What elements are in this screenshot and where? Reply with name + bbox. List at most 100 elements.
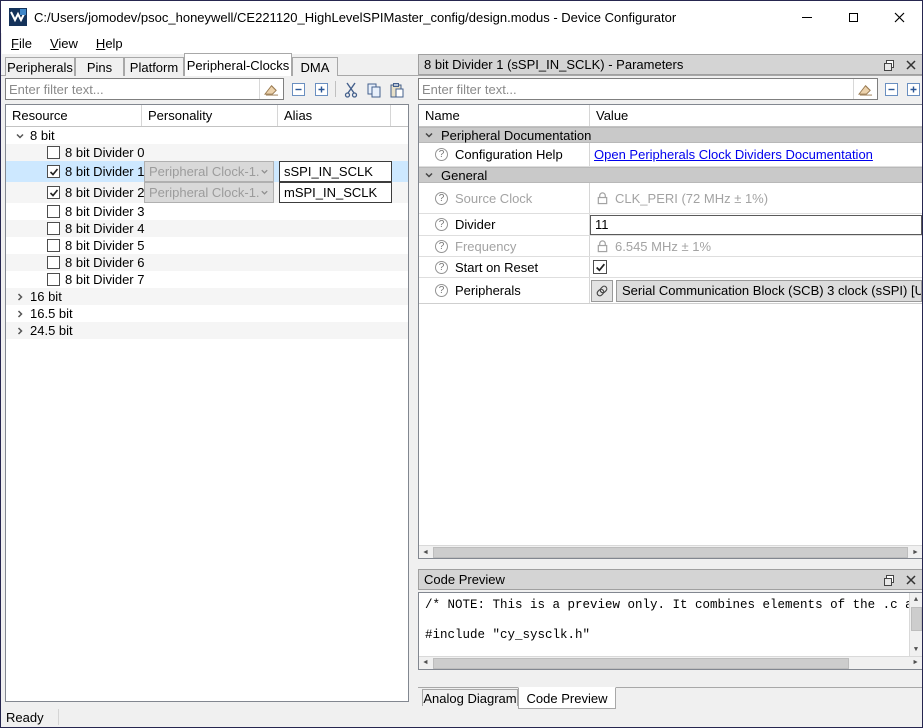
close-panel-button[interactable] xyxy=(900,56,922,74)
paste-button[interactable] xyxy=(387,80,406,99)
help-icon[interactable] xyxy=(435,148,448,161)
documentation-link[interactable]: Open Peripherals Clock Dividers Document… xyxy=(594,147,873,162)
scrollbar-thumb[interactable] xyxy=(911,607,922,631)
check-icon xyxy=(49,188,59,198)
start-on-reset-checkbox[interactable] xyxy=(593,260,607,274)
params-filter-input[interactable] xyxy=(419,80,853,98)
expand-all-button[interactable] xyxy=(312,80,331,99)
checkbox-unchecked[interactable] xyxy=(47,239,60,252)
help-icon[interactable] xyxy=(435,284,448,297)
tree-row-divider3[interactable]: 8 bit Divider 3 xyxy=(6,203,408,220)
param-row-divider: Divider xyxy=(419,214,922,236)
checkbox-unchecked[interactable] xyxy=(47,256,60,269)
menu-help[interactable]: Help xyxy=(87,34,132,53)
checkbox-checked[interactable] xyxy=(47,165,60,178)
chevron-right-icon[interactable] xyxy=(15,309,25,319)
params-horizontal-scrollbar[interactable]: ◄ ► xyxy=(419,545,922,558)
tree-header-row: Resource Personality Alias xyxy=(6,105,408,127)
close-icon xyxy=(906,60,916,70)
column-alias[interactable]: Alias xyxy=(278,105,391,126)
tab-platform[interactable]: Platform xyxy=(124,57,184,76)
peripherals-link-button[interactable] xyxy=(591,280,613,302)
tree-row-divider5[interactable]: 8 bit Divider 5 xyxy=(6,237,408,254)
personality-select[interactable]: Peripheral Clock-1.0 xyxy=(144,161,274,182)
tree-row-24-5bit[interactable]: 24.5 bit xyxy=(6,322,408,339)
chevron-right-icon[interactable] xyxy=(15,292,25,302)
code-horizontal-scrollbar[interactable]: ◄ ► xyxy=(419,656,922,669)
tab-code-preview[interactable]: Code Preview xyxy=(518,687,616,709)
tab-pins[interactable]: Pins xyxy=(75,57,124,76)
scroll-right-icon[interactable]: ► xyxy=(909,657,922,670)
tree-row-divider0[interactable]: 8 bit Divider 0 xyxy=(6,144,408,161)
scroll-right-icon[interactable]: ► xyxy=(909,546,922,559)
menu-view[interactable]: View xyxy=(41,34,87,53)
close-panel-button[interactable] xyxy=(900,571,922,589)
checkbox-unchecked[interactable] xyxy=(47,205,60,218)
resource-filter-input[interactable] xyxy=(6,80,259,98)
tree-row-divider1-selected[interactable]: 8 bit Divider 1 Peripheral Clock-1.0 xyxy=(6,161,408,182)
scrollbar-thumb[interactable] xyxy=(433,658,849,669)
float-panel-button[interactable] xyxy=(878,56,900,74)
expand-all-button[interactable] xyxy=(904,80,923,99)
help-icon[interactable] xyxy=(435,218,448,231)
scroll-up-icon[interactable]: ▲ xyxy=(910,593,923,606)
chevron-down-icon[interactable] xyxy=(424,170,434,180)
code-preview-pane[interactable]: /* NOTE: This is a preview only. It comb… xyxy=(418,592,923,670)
column-value[interactable]: Value xyxy=(590,105,922,126)
chevron-down-icon[interactable] xyxy=(15,131,25,141)
tab-peripheral-clocks[interactable]: Peripheral-Clocks xyxy=(184,53,292,76)
help-icon[interactable] xyxy=(435,240,448,253)
code-vertical-scrollbar[interactable]: ▲ ▼ xyxy=(909,593,922,656)
alias-input[interactable] xyxy=(279,161,392,182)
eraser-icon xyxy=(858,82,873,96)
collapse-all-button[interactable] xyxy=(289,80,308,99)
divider-input[interactable] xyxy=(590,215,922,235)
scroll-left-icon[interactable]: ◄ xyxy=(419,546,432,559)
section-peripheral-documentation[interactable]: Peripheral Documentation xyxy=(419,127,922,143)
scroll-down-icon[interactable]: ▼ xyxy=(910,643,923,656)
copy-button[interactable] xyxy=(364,80,383,99)
float-icon xyxy=(883,59,895,71)
checkbox-checked[interactable] xyxy=(47,186,60,199)
cut-button[interactable] xyxy=(341,80,360,99)
code-line: #include "cy_sysclk.h" xyxy=(419,628,909,643)
collapse-all-icon xyxy=(291,82,306,97)
code-preview-header: Code Preview xyxy=(418,569,923,590)
help-icon[interactable] xyxy=(435,261,448,274)
clear-filter-button[interactable] xyxy=(259,79,283,99)
personality-select[interactable]: Peripheral Clock-1.0 xyxy=(144,182,274,203)
chevron-right-icon[interactable] xyxy=(15,326,25,336)
section-general[interactable]: General xyxy=(419,167,922,183)
column-resource[interactable]: Resource xyxy=(6,105,142,126)
eraser-icon xyxy=(264,82,279,96)
tab-peripherals[interactable]: Peripherals xyxy=(5,57,75,76)
column-name[interactable]: Name xyxy=(419,105,590,126)
collapse-all-button[interactable] xyxy=(882,80,901,99)
chevron-down-icon[interactable] xyxy=(424,130,434,140)
scroll-left-icon[interactable]: ◄ xyxy=(419,657,432,670)
maximize-button[interactable] xyxy=(830,1,876,33)
scrollbar-thumb[interactable] xyxy=(433,547,908,558)
checkbox-unchecked[interactable] xyxy=(47,222,60,235)
tree-row-16-5bit[interactable]: 16.5 bit xyxy=(6,305,408,322)
tab-dma[interactable]: DMA xyxy=(292,57,338,76)
peripherals-value-box[interactable]: Serial Communication Block (SCB) 3 clock… xyxy=(616,280,922,302)
menu-file[interactable]: File xyxy=(2,34,41,53)
tree-row-divider2[interactable]: 8 bit Divider 2 Peripheral Clock-1.0 xyxy=(6,182,408,203)
tree-row-divider6[interactable]: 8 bit Divider 6 xyxy=(6,254,408,271)
tree-row-8bit[interactable]: 8 bit xyxy=(6,127,408,144)
close-button[interactable] xyxy=(876,1,922,33)
alias-input[interactable] xyxy=(279,182,392,203)
parameters-panel: Name Value Peripheral Documentation Conf… xyxy=(418,104,923,559)
float-panel-button[interactable] xyxy=(878,571,900,589)
checkbox-unchecked[interactable] xyxy=(47,146,60,159)
tree-row-divider7[interactable]: 8 bit Divider 7 xyxy=(6,271,408,288)
source-clock-value: CLK_PERI (72 MHz ± 1%) xyxy=(615,191,768,206)
tree-row-divider4[interactable]: 8 bit Divider 4 xyxy=(6,220,408,237)
clear-filter-button[interactable] xyxy=(853,79,877,99)
column-personality[interactable]: Personality xyxy=(142,105,278,126)
help-icon[interactable] xyxy=(435,192,448,205)
minimize-button[interactable] xyxy=(784,1,830,33)
checkbox-unchecked[interactable] xyxy=(47,273,60,286)
tree-row-16bit[interactable]: 16 bit xyxy=(6,288,408,305)
